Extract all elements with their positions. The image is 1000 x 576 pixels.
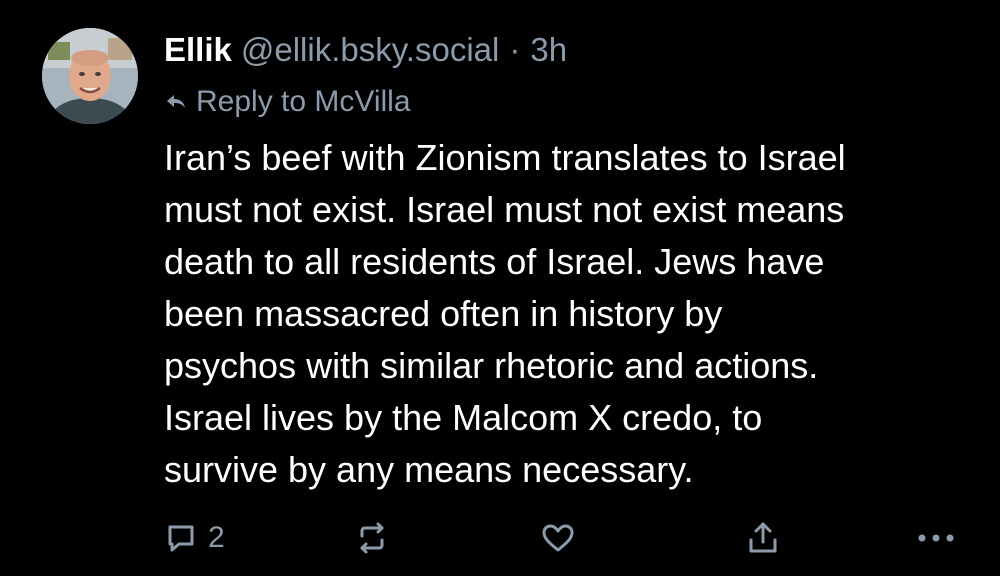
- reply-to-label: Reply to McVilla: [196, 85, 411, 118]
- heart-icon: [542, 524, 574, 552]
- post-text: Iran’s beef with Zionism translates to I…: [164, 132, 964, 496]
- post-text-line: Israel lives by the Malcom X credo, to: [164, 397, 763, 438]
- author-handle[interactable]: @ellik.bsky.social: [241, 26, 499, 74]
- reply-button[interactable]: 2: [164, 516, 225, 560]
- post[interactable]: Ellik @ellik.bsky.social · 3h Reply to M…: [0, 0, 1000, 576]
- post-actions: 2: [164, 516, 964, 560]
- post-header: Ellik @ellik.bsky.social · 3h: [164, 26, 964, 74]
- post-text-line: survive by any means necessary.: [164, 449, 694, 490]
- post-content: Ellik @ellik.bsky.social · 3h Reply to M…: [164, 26, 964, 496]
- reply-count: 2: [208, 521, 225, 554]
- post-text-line: Iran’s beef with Zionism translates to I…: [164, 137, 846, 178]
- post-text-line: been massacred often in history by: [164, 293, 723, 334]
- avatar-image: [42, 28, 138, 124]
- repost-button[interactable]: [354, 516, 390, 560]
- post-timestamp[interactable]: 3h: [530, 26, 567, 74]
- share-icon: [749, 522, 777, 553]
- avatar[interactable]: [42, 28, 138, 124]
- post-text-line: death to all residents of Israel. Jews h…: [164, 241, 825, 282]
- reply-to-link[interactable]: Reply to McVilla: [164, 82, 964, 122]
- more-options-button[interactable]: [916, 516, 956, 560]
- header-separator: ·: [509, 31, 521, 68]
- post-text-line: must not exist. Israel must not exist me…: [164, 189, 845, 230]
- author-display-name[interactable]: Ellik: [164, 26, 232, 74]
- comment-icon: [168, 525, 194, 552]
- share-button[interactable]: [746, 516, 780, 560]
- more-icon: [918, 534, 954, 542]
- post-text-line: psychos with similar rhetoric and action…: [164, 345, 819, 386]
- repost-icon: [360, 522, 384, 554]
- reply-arrow-icon: [164, 90, 188, 114]
- like-button[interactable]: [540, 516, 576, 560]
